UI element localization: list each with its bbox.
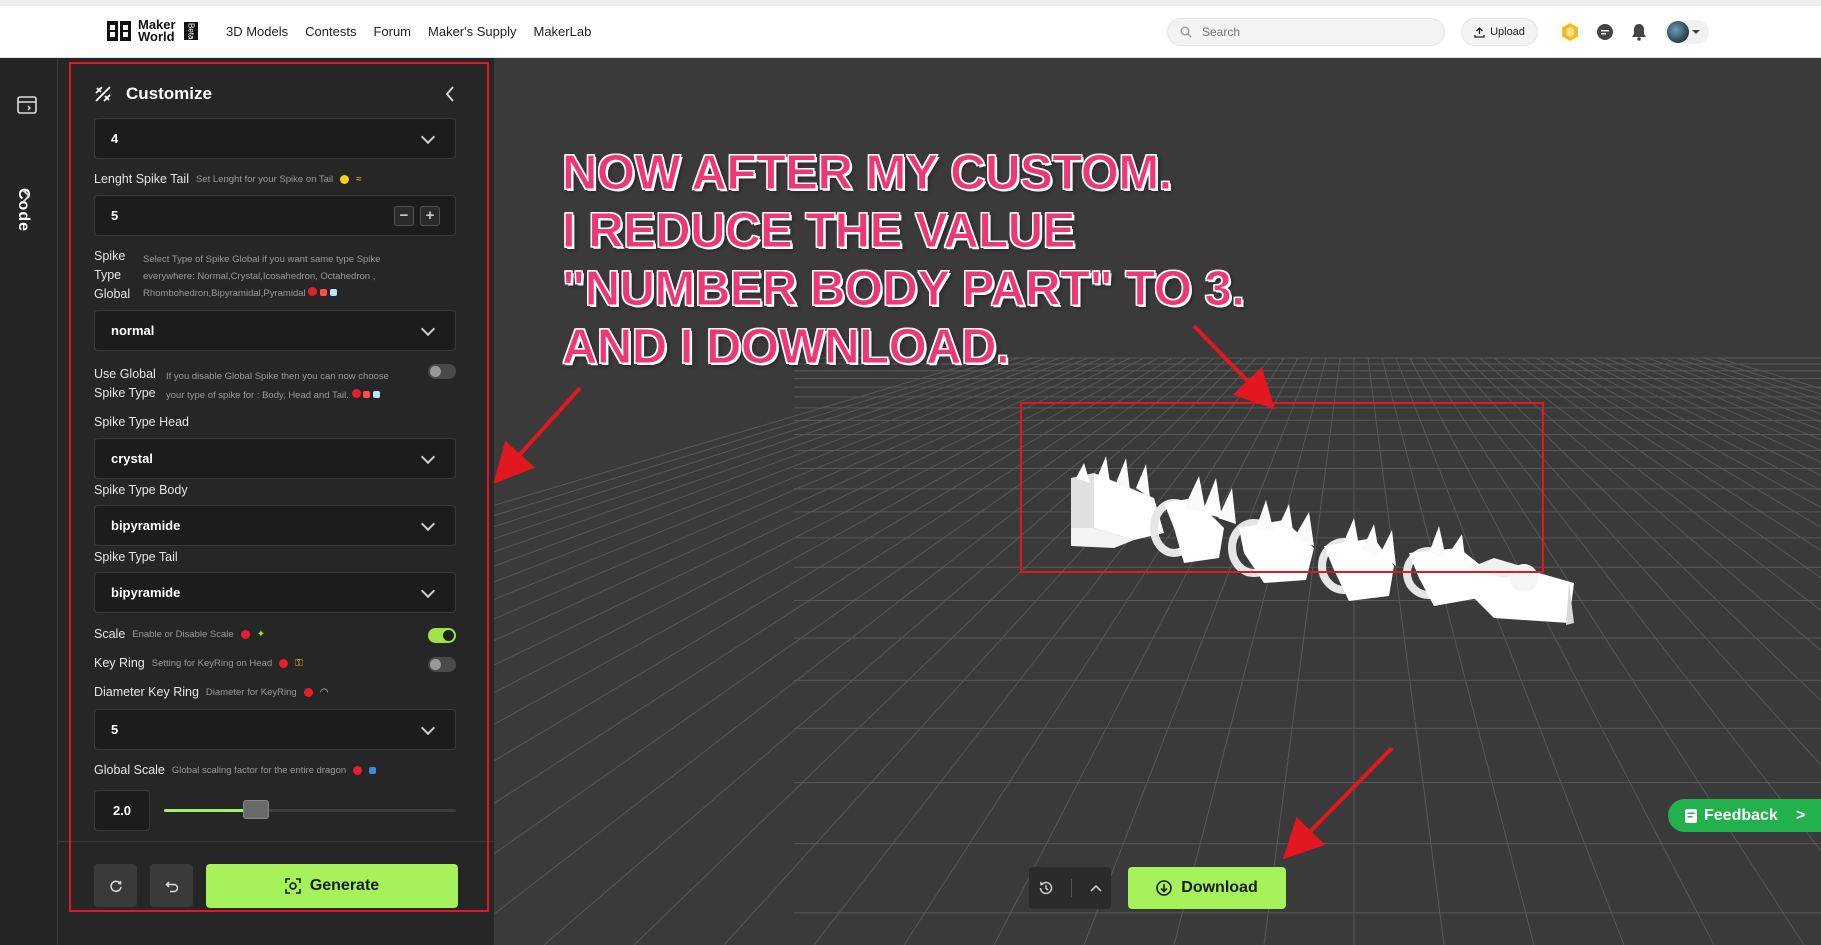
annotation-line: "NUMBER BODY PART" TO 3. bbox=[561, 262, 1245, 317]
model-highlight-box bbox=[1020, 402, 1544, 573]
logo-text: Maker World bbox=[138, 17, 176, 44]
user-avatar-menu[interactable] bbox=[1665, 20, 1709, 44]
feedback-button[interactable]: Feedback > bbox=[1668, 799, 1821, 832]
nav-forum[interactable]: Forum bbox=[373, 24, 411, 39]
nav-contests[interactable]: Contests bbox=[305, 24, 356, 39]
upload-label: Upload bbox=[1490, 26, 1525, 38]
3d-viewport[interactable]: NOW AFTER MY CUSTOM. I REDUCE THE VALUE … bbox=[494, 58, 1821, 945]
upload-button[interactable]: Upload bbox=[1461, 18, 1538, 46]
search-input[interactable] bbox=[1200, 24, 1420, 40]
chevron-up-icon[interactable] bbox=[1090, 884, 1102, 892]
upload-icon bbox=[1474, 26, 1485, 38]
feedback-arrow: > bbox=[1795, 806, 1806, 824]
history-icon[interactable] bbox=[1038, 880, 1054, 896]
notifications-bell-icon[interactable] bbox=[1628, 21, 1650, 43]
top-navbar: Maker World Beta 3D Models Contests Forum… bbox=[0, 0, 1821, 58]
panel-highlight-box bbox=[69, 62, 489, 912]
annotation-line: NOW AFTER MY CUSTOM. bbox=[561, 146, 1172, 201]
download-button[interactable]: Download bbox=[1128, 867, 1286, 909]
download-label: Download bbox=[1181, 879, 1258, 896]
download-icon bbox=[1156, 880, 1173, 896]
divider bbox=[1071, 879, 1073, 897]
search-box[interactable] bbox=[1167, 18, 1445, 46]
top-strip bbox=[0, 0, 1821, 6]
nav-3d-models[interactable]: 3D Models bbox=[226, 24, 288, 39]
annotation-line: I REDUCE THE VALUE bbox=[561, 204, 1075, 259]
points-icon[interactable] bbox=[1559, 21, 1581, 43]
code-panel-icon[interactable] bbox=[17, 96, 37, 114]
annotation-line: AND I DOWNLOAD. bbox=[561, 320, 1010, 375]
nav-makers-supply[interactable]: Maker's Supply bbox=[428, 24, 516, 39]
makerworld-logo[interactable]: Maker World Beta bbox=[106, 18, 198, 44]
feedback-note-icon bbox=[1685, 808, 1697, 823]
feedback-label: Feedback bbox=[1704, 806, 1778, 824]
main-nav: 3D Models Contests Forum Maker's Supply … bbox=[226, 24, 608, 39]
logo-icon bbox=[107, 21, 131, 41]
chevron-down-icon bbox=[1692, 30, 1700, 34]
search-icon bbox=[1180, 26, 1192, 38]
beta-badge: Beta bbox=[183, 21, 198, 41]
annotation-text: NOW AFTER MY CUSTOM. I REDUCE THE VALUE … bbox=[561, 144, 1245, 376]
avatar bbox=[1667, 21, 1689, 43]
view-controls bbox=[1029, 867, 1111, 909]
left-rail: Code bbox=[0, 58, 58, 945]
expand-chevron-icon[interactable] bbox=[21, 189, 31, 203]
nav-makerlab[interactable]: MakerLab bbox=[533, 24, 591, 39]
messages-icon[interactable] bbox=[1594, 21, 1616, 43]
